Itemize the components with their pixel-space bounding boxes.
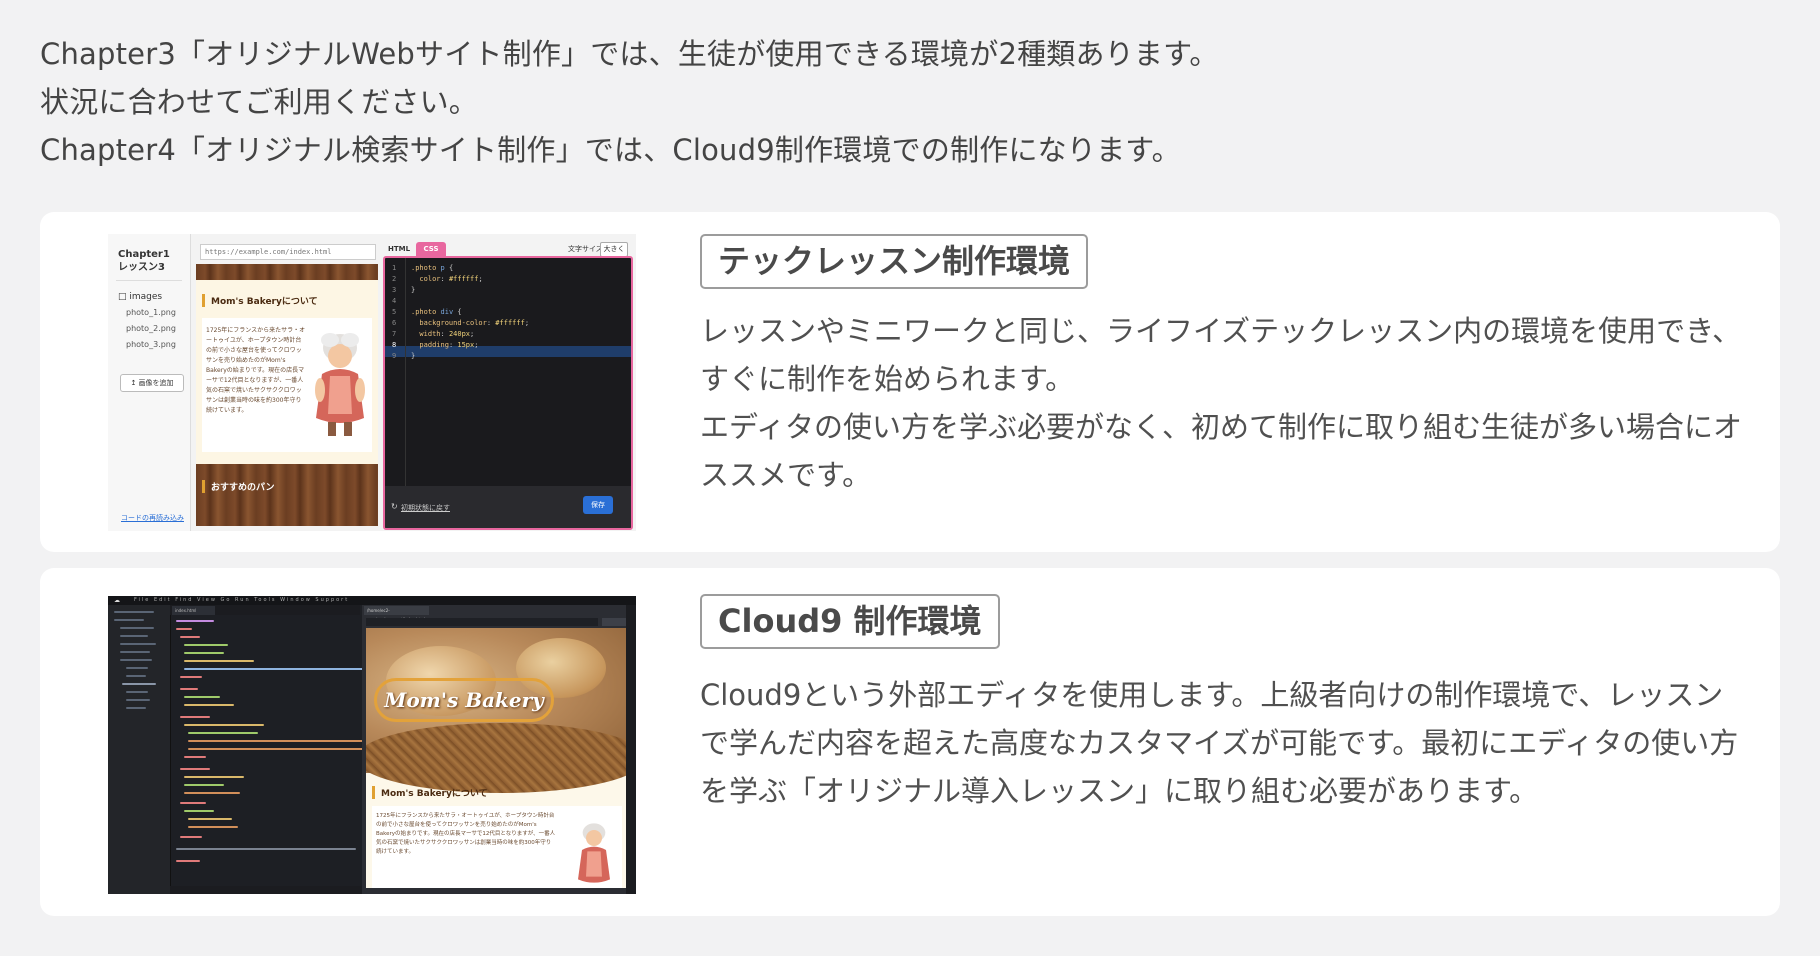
save-button[interactable]: 保存 — [583, 496, 613, 514]
ide-menubar: ☁ File Edit Find View Go Run Tools Windo… — [108, 596, 636, 605]
page-heading: Mom's Bakeryについて — [372, 786, 488, 799]
preview-tab[interactable]: /home/ec2-user/environment/index.html — [364, 606, 429, 622]
cloud9-card: ☁ File Edit Find View Go Run Tools Windo… — [40, 568, 1780, 916]
editor-tab[interactable]: index.html — [172, 606, 215, 615]
code-line: background-color: #ffffff; — [411, 319, 530, 327]
code-line: } — [411, 352, 416, 360]
font-size-button[interactable]: 大きく — [600, 242, 628, 257]
intro-line-3: Chapter4「オリジナル検索サイト制作」では、Cloud9制作環境での制作に… — [40, 133, 1181, 167]
tech-lesson-title: テックレッスン制作環境 — [700, 234, 1089, 289]
cloud-icon: ☁ — [114, 597, 120, 604]
preview-url-bar — [366, 618, 598, 626]
wood-banner — [196, 464, 378, 526]
page-heading-2: おすすめのパン — [202, 480, 274, 493]
file-item[interactable]: photo_3.png — [126, 340, 176, 349]
reset-icon: ↻ — [391, 502, 398, 511]
divider — [116, 280, 182, 281]
html-editor[interactable] — [172, 618, 368, 888]
line-gutter: 1 2 3 4 5 6 7 8 9 — [385, 258, 406, 486]
intro-line-1: Chapter3「オリジナルWebサイト制作」では、生徒が使用できる環境が2種類… — [40, 37, 1219, 71]
file-sidebar: Chapter1 レッスン3 □ images photo_1.png phot… — [108, 234, 191, 531]
right-toolbar — [626, 605, 636, 894]
css-editor[interactable]: 1 2 3 4 5 6 7 8 9 .photo p { color: #fff… — [383, 256, 633, 530]
baker-illustration — [315, 333, 365, 436]
brand-logo: Mom's Bakery — [374, 678, 554, 722]
page-text: 1725年にフランスから来たサラ・オートゥイユが、ホープタウン時計台の前で小さな… — [206, 327, 306, 414]
file-tree — [108, 605, 171, 894]
reload-code-link[interactable]: コードの再読み込み — [121, 513, 184, 523]
code-line: .photo p { — [411, 264, 454, 272]
file-item[interactable]: photo_1.png — [126, 308, 176, 317]
folder-icon: □ — [118, 292, 127, 302]
chapter-label: Chapter1 レッスン3 — [118, 249, 170, 273]
basket-image — [366, 723, 628, 793]
page-heading: Mom's Bakeryについて — [202, 294, 318, 307]
font-size-label: 文字サイズ — [568, 245, 603, 253]
tech-lesson-description: レッスンやミニワークと同じ、ライフイズテックレッスン内の環境を使用でき、すぐに制… — [700, 314, 1742, 492]
code-line: width: 240px; — [411, 330, 475, 338]
folder-images[interactable]: □ images — [118, 292, 162, 302]
code-line: .photo div { — [411, 308, 462, 316]
tech-lesson-screenshot: Chapter1 レッスン3 □ images photo_1.png phot… — [108, 234, 636, 531]
preview-url: https://example.com/index.html — [200, 244, 376, 260]
upload-icon: ↥ — [130, 379, 137, 387]
preview-page: Mom's Bakeryについて 1725年にフランスから来たサラ・オートゥイユ… — [196, 264, 378, 526]
code-line: } — [411, 286, 416, 294]
preview-page: Mom's Bakery Mom's Bakeryについて 1725年にフランス… — [366, 628, 628, 888]
tab-html[interactable]: HTML — [384, 242, 414, 256]
tab-css[interactable]: CSS — [416, 242, 446, 256]
file-item[interactable]: photo_2.png — [126, 324, 176, 333]
cloud9-description: Cloud9という外部エディタを使用します。上級者向けの制作環境で、レッスンで学… — [700, 678, 1739, 808]
intro-line-2: 状況に合わせてご利用ください。 — [40, 85, 479, 119]
cloud9-screenshot: ☁ File Edit Find View Go Run Tools Windo… — [108, 596, 636, 894]
code-line: padding: 15px; — [411, 341, 479, 349]
wood-banner — [196, 264, 378, 280]
preview-pane: /home/ec2-user/environment/index.html Mo… — [362, 605, 636, 894]
cloud9-title: Cloud9 制作環境 — [700, 594, 1000, 649]
add-image-button[interactable]: ↥ 画像を追加 — [120, 374, 184, 392]
editor-footer: ↻ 初期状態に戻す 保存 — [385, 486, 631, 528]
baker-illustration — [578, 823, 610, 883]
tech-lesson-card: Chapter1 レッスン3 □ images photo_1.png phot… — [40, 212, 1780, 552]
intro-text: Chapter3「オリジナルWebサイト制作」では、生徒が使用できる環境が2種類… — [40, 30, 1440, 174]
editor-tabs: index.html — [170, 605, 360, 615]
code-line: color: #ffffff; — [411, 275, 483, 283]
reset-link[interactable]: 初期状態に戻す — [401, 503, 450, 513]
status-bar — [170, 886, 362, 894]
page-text: 1725年にフランスから来たサラ・オートゥイユが、ホープタウン時計台の前で小さな… — [376, 813, 556, 855]
